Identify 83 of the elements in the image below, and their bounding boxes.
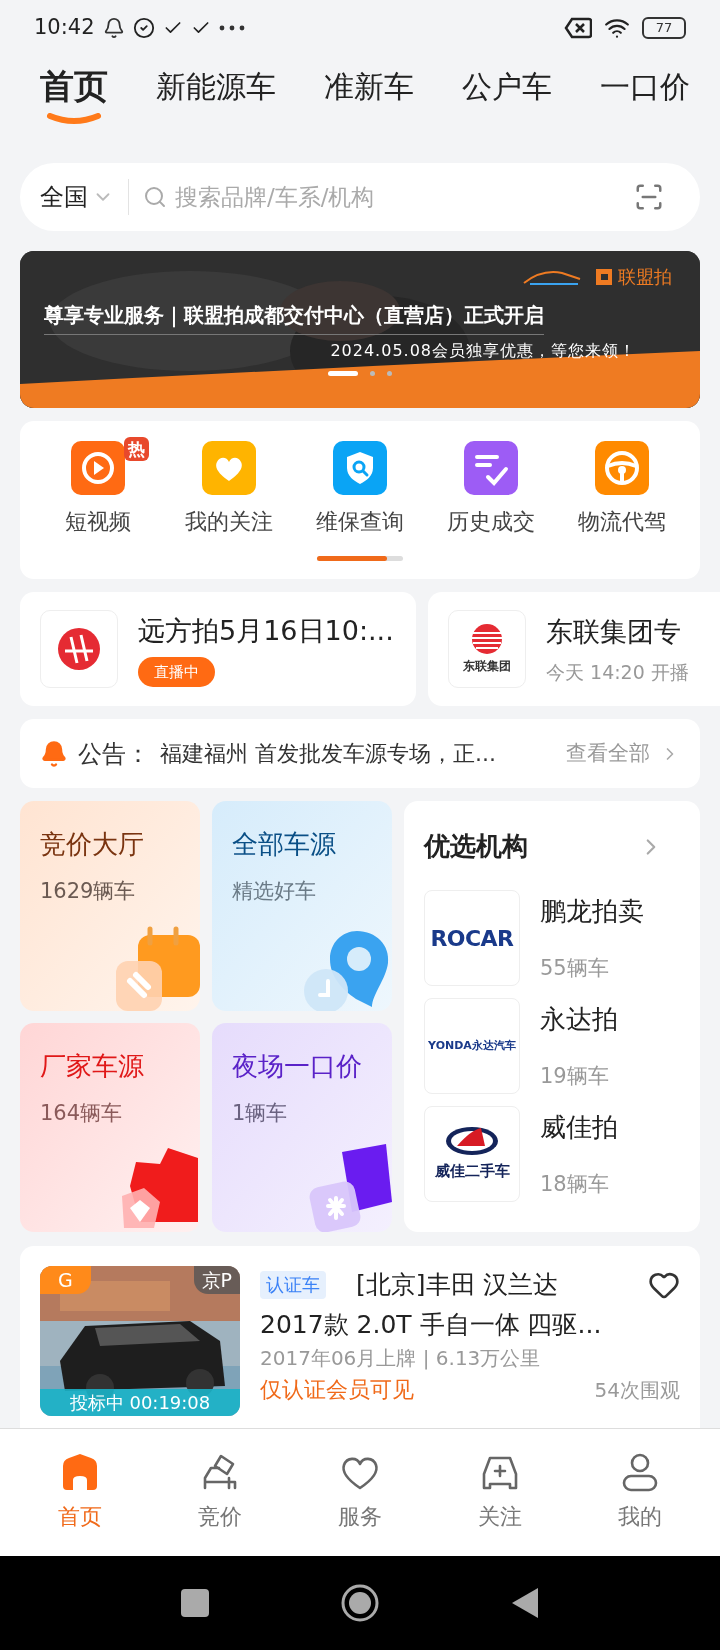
status-time: 10:42	[34, 13, 95, 41]
logo-caption: 东联集团	[463, 658, 511, 675]
institution-row[interactable]: ROCAR 鹏龙拍卖 55辆车	[424, 890, 680, 986]
notice-label: 公告：	[78, 738, 150, 770]
check-circle-icon	[132, 16, 155, 39]
car-count: 55辆车	[540, 954, 610, 982]
category-tile[interactable]: 夜场一口价 1辆车	[212, 1022, 392, 1232]
institution-row[interactable]: YONDA永达汽车 永达拍 19辆车	[424, 998, 680, 1094]
grade-tag: G	[40, 1266, 91, 1294]
steering-wheel-icon	[595, 441, 650, 495]
bid-status: 投标中 00:19:08	[40, 1389, 240, 1416]
battery-indicator: 77	[642, 16, 686, 39]
search-bar[interactable]: 全国 搜索品牌/车系/机构	[20, 163, 700, 231]
certified-tag: 认证车	[260, 1270, 326, 1299]
start-time: 今天 14:20 开播	[546, 660, 689, 685]
auction-logo-icon	[57, 627, 101, 671]
scan-icon[interactable]	[634, 182, 664, 212]
category-tile[interactable]: 厂家车源 164辆车	[20, 1022, 200, 1232]
quick-link[interactable]: 历史成交	[436, 441, 547, 538]
tile-title: 竞价大厅	[40, 828, 145, 861]
banner-title: 尊享专业服务｜联盟拍成都交付中心（直营店）正式开启	[44, 300, 544, 335]
brand-name: 联盟拍	[618, 265, 672, 289]
live-auction-card[interactable]: 东联集团 东联集团专 今天 14:20 开播	[428, 592, 720, 706]
play-icon	[70, 441, 125, 495]
institution-name: 永达拍	[540, 1003, 618, 1036]
institution-logo: YONDA永达汽车	[428, 1037, 516, 1054]
shield-search-icon	[332, 441, 387, 495]
live-auction-card[interactable]: 远方拍5月16日10:... 直播中	[20, 592, 416, 706]
institution-row[interactable]: 威佳二手车 威佳拍 18辆车	[424, 1106, 680, 1202]
car-title: [北京]丰田 汉兰达	[356, 1269, 560, 1301]
car-subtitle: 2017款 2.0T 手自一体 四驱...	[260, 1308, 603, 1341]
nav-tab[interactable]: 关注	[450, 1452, 550, 1533]
category-tab[interactable]: 首页	[40, 69, 108, 125]
tile-subtitle: 1629辆车	[40, 878, 137, 905]
member-note: 仅认证会员可见	[260, 1376, 414, 1404]
quick-link[interactable]: 我的关注	[173, 441, 284, 538]
striped-globe-icon	[471, 623, 503, 655]
tile-subtitle: 164辆车	[40, 1099, 124, 1127]
nav-tab[interactable]: 服务	[310, 1452, 410, 1533]
tile-title: 夜场一口价	[232, 1049, 363, 1083]
live-title: 远方拍5月16日10:...	[138, 613, 394, 648]
tile-title: 全部车源	[232, 828, 337, 861]
car-count: 19辆车	[540, 1062, 610, 1090]
category-tile[interactable]: 竞价大厅 1629辆车	[20, 801, 200, 1011]
more-icon	[218, 24, 245, 31]
nav-tab[interactable]: 我的	[590, 1452, 690, 1533]
quick-link[interactable]: 物流代驾	[567, 441, 678, 538]
institution-logo: ROCAR	[430, 924, 514, 953]
sail-emblem-icon	[445, 1125, 499, 1156]
live-badge: 直播中	[138, 657, 215, 688]
category-tile[interactable]: 全部车源 精选好车	[212, 801, 392, 1011]
region-selector[interactable]: 全国	[40, 179, 114, 215]
tile-title: 厂家车源	[40, 1049, 145, 1083]
car-listing-card[interactable]: G 京P 投标中 00:19:08 认证车 [北京]丰田 汉兰达 2017款 2.0T 手自一体 四驱... 2017年06月上牌 | 6.13万公里 仅认证会员可见 54次围观	[20, 1246, 700, 1428]
bell-icon	[40, 739, 68, 768]
notice-text: 福建福州 首发批发车源专场，正...	[160, 740, 497, 768]
car-count: 18辆车	[540, 1170, 610, 1198]
brand-logo-icon	[594, 266, 614, 287]
banner-subtitle: 2024.05.08会员独享优惠，等您来领！	[330, 340, 636, 362]
institution-name: 鹏龙拍卖	[540, 895, 644, 928]
plate-tag: 京P	[193, 1266, 240, 1294]
back-icon[interactable]	[510, 1586, 540, 1620]
search-icon	[143, 185, 167, 209]
home-button-icon[interactable]	[340, 1583, 380, 1623]
nav-tab[interactable]: 竞价	[170, 1452, 270, 1533]
quick-link[interactable]: 维保查询	[304, 441, 415, 538]
scroll-indicator	[317, 556, 387, 561]
view-count: 54次围观	[594, 1376, 680, 1404]
tab-label: 首页	[40, 69, 108, 103]
tile-subtitle: 精选好车	[232, 878, 317, 905]
promo-banner[interactable]: 联盟拍 尊享专业服务｜联盟拍成都交付中心（直营店）正式开启 2024.05.08会员独享优惠，等您来领！	[20, 251, 700, 408]
checklist-icon	[464, 441, 519, 495]
section-title: 优选机构	[424, 830, 528, 863]
car-meta: 2017年06月上牌 | 6.13万公里	[260, 1345, 542, 1372]
hot-badge: 热	[123, 437, 149, 461]
tile-subtitle: 1辆车	[232, 1099, 289, 1127]
live-title: 东联集团专	[546, 614, 682, 649]
sim-x-icon	[564, 16, 592, 39]
tab-underline	[46, 113, 102, 125]
notice-bar[interactable]: 公告： 福建福州 首发批发车源专场，正... 查看全部	[20, 719, 700, 788]
institution-name: 威佳拍	[540, 1111, 618, 1144]
recents-icon[interactable]	[180, 1588, 210, 1618]
institution-logo: 威佳二手车	[434, 1160, 510, 1182]
